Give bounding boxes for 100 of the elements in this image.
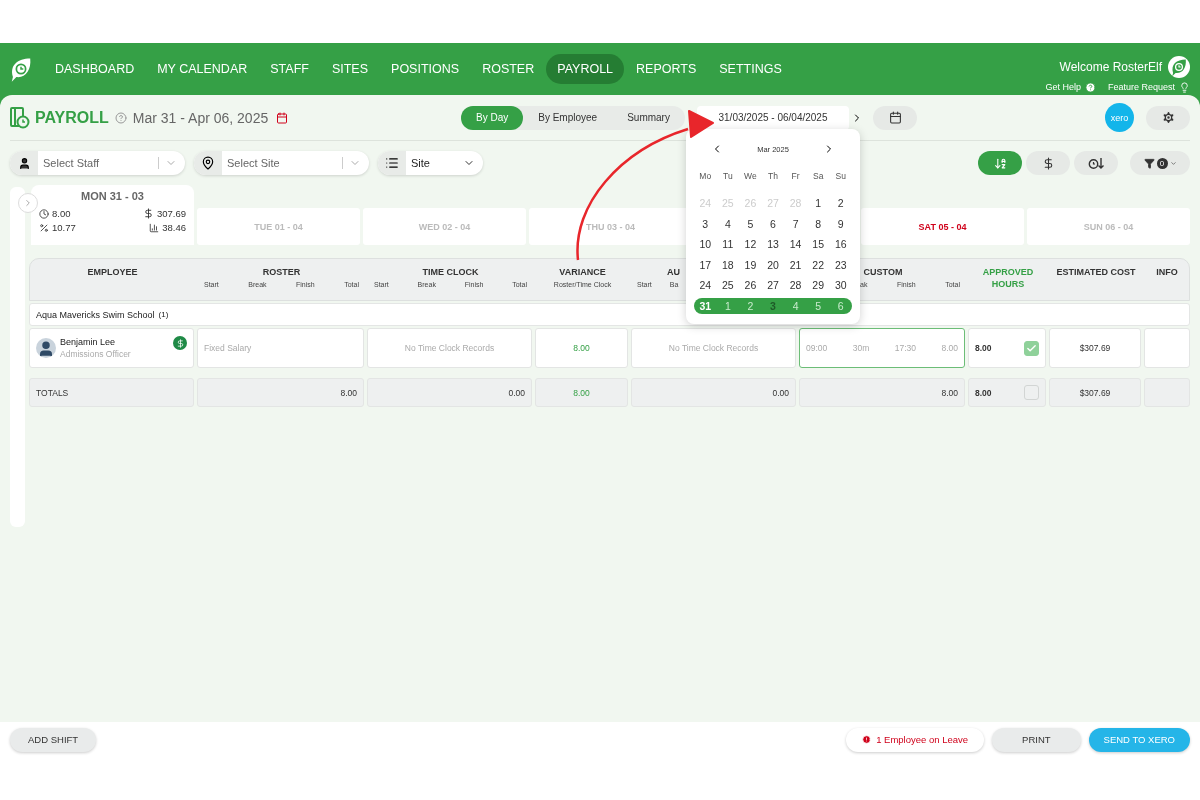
day-stat: 38.46 [112,222,186,233]
calendar-day[interactable]: 27 [761,277,785,294]
sort-alpha-icon [993,156,1007,170]
table-cell: 0.00 [367,378,532,407]
calendar-day[interactable]: 26 [739,277,762,294]
table-cell: 0.00 [631,378,796,407]
view-tab[interactable]: Summary [612,105,685,130]
leave-notice-button[interactable]: 1 Employee on Leave [846,727,985,752]
bar-chart-icon [149,222,160,233]
info-cell [1144,328,1190,368]
clock-icon [39,208,49,219]
table-cell: 8.00 [535,378,628,407]
sort-button[interactable] [1074,151,1118,175]
column-header: INFO [1156,266,1178,278]
calendar-day[interactable]: 12 [739,236,762,253]
approve-checkbox[interactable] [1024,385,1039,400]
check-icon [1026,342,1037,354]
day-stat: 10.77 [39,222,113,233]
table-cell: 8.00 [535,328,628,368]
caret-icon [1169,159,1177,167]
calendar-day[interactable]: 17 [693,256,717,273]
calendar-day[interactable]: 9 [829,215,853,232]
column-header: AU [667,266,680,278]
table-cell: No Time Clock Records [631,328,796,368]
payroll-icon [10,106,30,129]
list-icon [385,156,399,170]
help-icon[interactable] [114,111,127,124]
column-header: VARIANCE [559,266,606,278]
weekday-label: We [743,171,758,183]
calendar-button[interactable] [873,105,917,130]
calendar-day[interactable]: 11 [716,236,740,253]
calendar-day[interactable]: 8 [806,215,830,232]
calendar-day[interactable]: 20 [761,256,785,273]
view-tab[interactable]: By Employee [523,105,613,130]
calendar-day[interactable]: 5 [739,215,762,232]
table-cell: 8.00 [799,378,965,407]
calendar-day[interactable]: 3 [693,215,717,232]
help-icon [1084,81,1096,93]
calendar-day[interactable]: 7 [784,215,807,232]
page-title: PAYROLL [35,108,109,127]
welcome-text: Welcome RosterElf [1059,59,1162,74]
sort-button[interactable] [1026,151,1070,175]
group-by-select[interactable]: Site [378,151,483,175]
column-header: ESTIMATED COST [1056,266,1136,278]
print-button[interactable]: PRINT [992,727,1081,752]
calendar-day[interactable]: 14 [784,236,807,253]
column-header: TIME CLOCK [422,266,479,278]
employee-name: Benjamin Lee [60,337,117,347]
settings-button[interactable] [1146,105,1190,130]
approved-hours: 8.00 [975,343,992,353]
lightbulb-icon [1179,81,1190,93]
calendar-day[interactable]: 1 [806,195,830,212]
calendar-day[interactable]: 23 [829,256,853,273]
add-shift-button[interactable]: ADD SHIFT [10,727,97,752]
calendar-day[interactable]: 10 [693,236,717,253]
map-pin-icon [201,156,215,170]
calendar-day[interactable]: 2 [829,195,853,212]
filter-button[interactable]: 0 [1130,151,1190,175]
table-cell: $307.69 [1049,378,1141,407]
filter-count: 0 [1156,157,1168,169]
calendar-day[interactable]: 13 [761,236,785,253]
table-cell: 8.00 [197,378,364,407]
calendar-icon [888,111,902,124]
select-field[interactable]: Select Staff [10,151,185,175]
table-cell: $307.69 [1049,328,1141,368]
clock-sort-icon [1088,156,1104,170]
table-cell: Fixed Salary [197,328,364,368]
day-stat: 307.69 [112,208,186,219]
person-icon [17,156,31,170]
calendar-day[interactable]: 24 [693,277,717,294]
day-stat: 8.00 [39,208,113,219]
calendar-day[interactable]: 22 [806,256,830,273]
percent-icon [39,222,49,233]
calendar-day[interactable]: 25 [716,277,740,294]
funnel-icon [1143,157,1155,169]
column-header: EMPLOYEE [87,266,138,278]
table-cell: No Time Clock Records [367,328,532,368]
approve-checkbox[interactable] [1024,340,1039,356]
day-tab[interactable]: SAT 05 - 04 [861,208,1024,245]
calendar-icon[interactable] [276,111,289,124]
calendar-day[interactable]: 16 [829,236,853,253]
weekday-label: Fr [790,171,801,183]
avatar-logo-icon [1168,55,1190,78]
day-tab[interactable]: MON 31 - 03 8.00 307.69 10.77 38.46 [31,185,194,245]
calendar-day[interactable]: 4 [716,215,740,232]
calendar-day[interactable]: 21 [784,256,807,273]
calendar-day[interactable]: 28 [784,277,807,294]
calendar-day[interactable]: 6 [761,215,785,232]
date-range-field[interactable]: 31/03/2025 - 06/04/2025 [697,105,849,130]
calendar-day[interactable]: 18 [716,256,740,273]
calendar-day[interactable]: 15 [806,236,830,253]
table-cell: TOTALS [29,378,194,407]
group-count: (1) [158,310,169,319]
alert-icon [862,735,872,744]
chevron-right-icon [23,198,33,208]
calendar-day[interactable]: 30 [829,277,853,294]
select-field[interactable]: Select Site [194,151,369,175]
calendar-day[interactable]: 29 [806,277,830,294]
calendar-day[interactable]: 19 [739,256,762,273]
nav-item[interactable]: PAYROLL [546,54,625,84]
